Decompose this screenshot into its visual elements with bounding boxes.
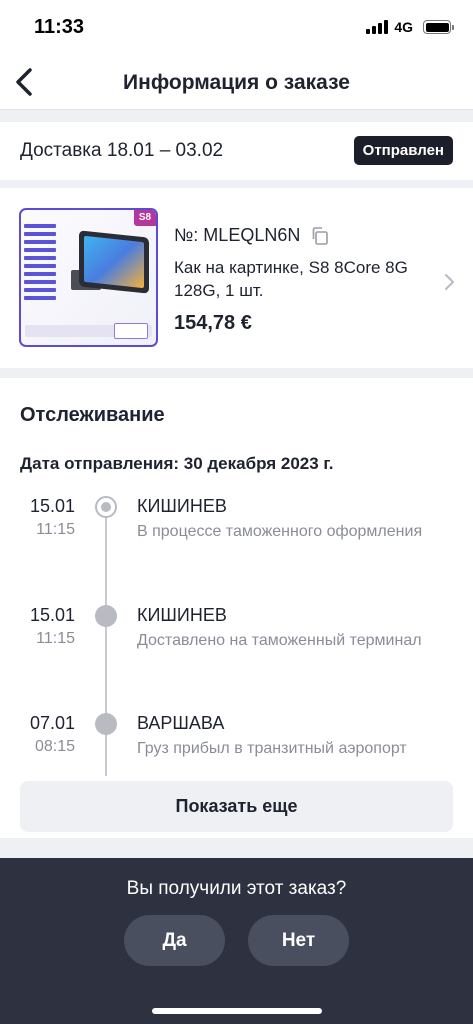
timeline-event: 15.01 11:15 КИШИНЕВ Доставлено на таможе… bbox=[0, 605, 473, 685]
product-title: Как на картинке, S8 8Core 8G 128G, 1 шт. bbox=[174, 258, 408, 300]
event-time: 11:15 bbox=[36, 521, 75, 538]
event-date: 15.01 bbox=[29, 496, 75, 516]
event-city: КИШИНЕВ bbox=[137, 605, 227, 625]
order-number-row: №: MLEQLN6N bbox=[174, 225, 330, 246]
status-indicators: 4G bbox=[366, 19, 454, 35]
event-time: 08:15 bbox=[34, 738, 75, 755]
copy-icon[interactable] bbox=[310, 226, 330, 246]
product-image[interactable]: S8 bbox=[19, 208, 158, 347]
status-bar: 11:33 4G bbox=[0, 0, 473, 56]
confirm-panel: Вы получили этот заказ? Да Нет bbox=[0, 858, 473, 1024]
current-status-dot-icon bbox=[95, 496, 117, 518]
signal-icon bbox=[366, 20, 389, 34]
delivery-dates: Доставка 18.01 – 03.02 bbox=[20, 140, 224, 161]
product-price: 154,78 € bbox=[174, 312, 252, 334]
event-city: КИШИНЕВ bbox=[137, 496, 227, 516]
event-description: В процессе таможенного оформления bbox=[137, 523, 423, 540]
event-description: Доставлено на таможенный терминал bbox=[137, 632, 422, 649]
event-date: 07.01 bbox=[29, 713, 75, 733]
status-dot-icon bbox=[95, 605, 117, 627]
event-date: 15.01 bbox=[29, 605, 75, 625]
status-dot-icon bbox=[95, 713, 117, 735]
status-badge: Отправлен bbox=[353, 136, 453, 165]
page-title: Информация о заказе bbox=[123, 71, 350, 94]
thumb-badge: S8 bbox=[134, 210, 156, 226]
no-button[interactable]: Нет bbox=[248, 915, 349, 966]
timeline-event: 15.01 11:15 КИШИНЕВ В процессе таможенно… bbox=[0, 496, 473, 576]
show-more-button[interactable]: Показать еще bbox=[20, 781, 453, 832]
yes-button[interactable]: Да bbox=[124, 915, 225, 966]
tracking-title: Отслеживание bbox=[20, 404, 165, 426]
event-city: ВАРШАВА bbox=[137, 713, 225, 733]
product-card[interactable]: S8 №: MLEQLN6N Как на картинке, S8 8Core… bbox=[0, 188, 473, 368]
confirm-question: Вы получили этот заказ? bbox=[126, 878, 347, 899]
battery-icon bbox=[423, 20, 454, 34]
event-description: Груз прибыл в транзитный аэропорт bbox=[137, 740, 407, 757]
chevron-right-icon[interactable] bbox=[443, 272, 457, 292]
ship-date: Дата отправления: 30 декабря 2023 г. bbox=[20, 454, 334, 473]
home-indicator bbox=[152, 1008, 322, 1014]
delivery-card: Доставка 18.01 – 03.02 Отправлен bbox=[0, 122, 473, 180]
event-time: 11:15 bbox=[36, 630, 75, 647]
tracking-card: Отслеживание Дата отправления: 30 декабр… bbox=[0, 378, 473, 838]
status-time: 11:33 bbox=[34, 16, 85, 38]
nav-header: Информация о заказе bbox=[0, 56, 473, 110]
order-number: №: MLEQLN6N bbox=[174, 225, 301, 245]
network-label: 4G bbox=[394, 19, 413, 35]
